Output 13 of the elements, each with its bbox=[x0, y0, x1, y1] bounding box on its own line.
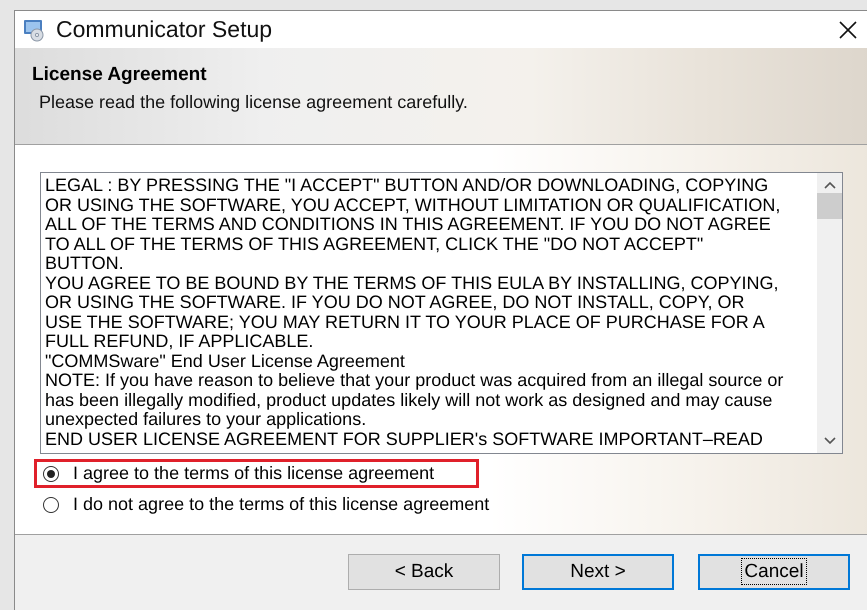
dialog-button[interactable]: Next > bbox=[522, 554, 674, 590]
license-paragraph: END USER LICENSE AGREEMENT FOR SUPPLIER's SOFTWARE IMPORTANT–READ bbox=[45, 430, 764, 449]
window-title: Communicator Setup bbox=[56, 16, 274, 43]
dialog-button[interactable]: Cancel bbox=[698, 554, 850, 590]
dialog-button[interactable]: < Back bbox=[348, 554, 500, 590]
license-paragraph: LEGAL : BY PRESSING THE "I ACCEPT" BUTTON AND/OR DOWNLOADING, COPYING OR USING THE SOFTWARE, YOU ACCEPT, WITHOUT LIMITATION OR QUALIFICATION, ALL OF THE TERMS AND CONDITIONS IN THIS AGREEMENT. IF YOU DO NOT AGREE TO ALL OF THE TERMS OF THIS AGREEMENT, CLICK THE "DO NOT ACCEPT" BUTTON. bbox=[45, 176, 782, 274]
page-heading: License Agreement bbox=[32, 64, 208, 86]
license-paragraph: "COMMSware" End User License Agreement bbox=[45, 352, 406, 371]
page-description: Please read the following license agreement carefully. bbox=[39, 92, 469, 113]
option-label[interactable]: I agree to the terms of this license agreement bbox=[73, 463, 434, 484]
license-paragraph: YOU AGREE TO BE BOUND BY THE TERMS OF THIS EULA BY INSTALLING, COPYING, OR USING THE SOFTWARE. IF YOU DO NOT AGREE, DO NOT INSTALL, COPY, OR USE THE SOFTWARE; YOU MAY RETURN IT TO YOUR PLACE OF PURCHASE FOR A FULL REFUND, IF APPLICABLE. bbox=[45, 274, 780, 352]
license-paragraph: NOTE: If you have reason to believe that your product was acquired from an illegal source or has been illegally modified, product updates likely will not work as designed and may cause unexpected failures to your applications. bbox=[45, 371, 784, 430]
option-label[interactable]: I do not agree to the terms of this license agreement bbox=[73, 494, 490, 515]
